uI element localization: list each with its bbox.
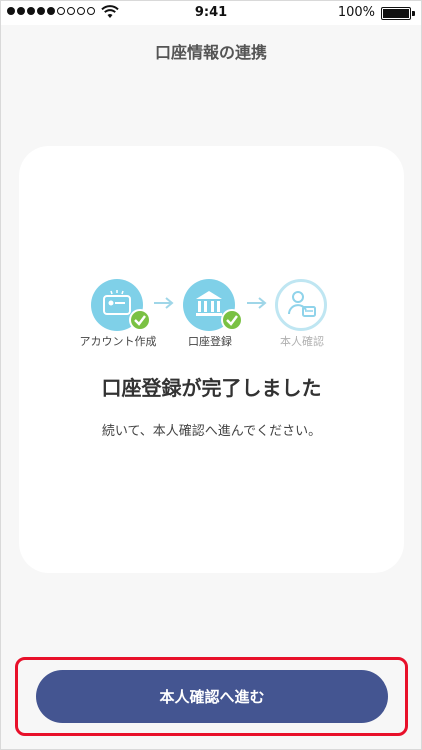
arrow-right-icon <box>154 297 174 309</box>
completion-card: アカウント作成 口座登録 本人確認 口座登録が完了しました 続いて、本人確認へ進… <box>19 146 404 573</box>
battery-tip <box>412 11 415 16</box>
page-title: 口座情報の連携 <box>154 43 267 62</box>
arrow-right-icon <box>247 297 267 309</box>
step-3-label: 本人確認 <box>280 335 324 348</box>
step-3-circle <box>275 279 327 331</box>
battery-percent: 100% <box>337 5 375 20</box>
completion-headline: 口座登録が完了しました <box>101 376 322 400</box>
phone-screen: 9:41 100% 口座情報の連携 アカウント作成 口座登録 本人確認 口座登録… <box>0 0 422 750</box>
identity-icon <box>288 291 316 317</box>
proceed-to-identity-verification-button[interactable]: 本人確認へ進む <box>36 670 388 723</box>
completion-subtext: 続いて、本人確認へ進んでください。 <box>101 424 322 439</box>
status-bar: 9:41 100% <box>1 1 421 25</box>
check-icon <box>129 309 151 331</box>
battery-icon <box>381 7 411 20</box>
check-icon <box>221 309 243 331</box>
